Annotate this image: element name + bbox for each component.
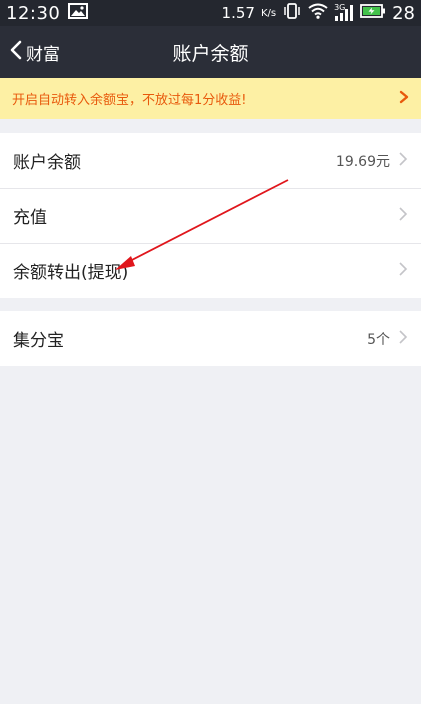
network-speed-unit: K/s: [260, 7, 277, 19]
image-icon: [68, 3, 89, 23]
row-label: 余额转出(提现): [13, 263, 129, 283]
vibrate-icon: [282, 3, 302, 23]
row-value: 5个: [367, 331, 390, 348]
chevron-right-icon: [398, 206, 408, 226]
back-label: 财富: [26, 44, 60, 65]
network-speed: 1.57: [221, 4, 255, 22]
chevron-right-icon: [399, 90, 409, 108]
chevron-left-icon: [10, 40, 22, 64]
auto-transfer-banner[interactable]: 开启自动转入余额宝，不放过每1分收益!: [0, 78, 421, 119]
wifi-icon: [308, 3, 328, 23]
row-recharge[interactable]: 充值: [0, 188, 421, 243]
row-label: 充值: [13, 208, 47, 228]
page-title: 账户余额: [172, 42, 249, 65]
banner-text: 开启自动转入余额宝，不放过每1分收益!: [12, 93, 247, 108]
status-right: 1.57 K/s 3G 28: [222, 3, 415, 24]
row-withdraw[interactable]: 余额转出(提现): [0, 243, 421, 298]
points-group: 集分宝 5个: [0, 311, 421, 366]
row-value: 19.69元: [335, 153, 390, 170]
row-right: [398, 206, 408, 226]
battery-level: 28: [392, 2, 415, 24]
chevron-right-icon: [398, 261, 408, 281]
chevron-right-icon: [398, 329, 408, 349]
row-right: [398, 261, 408, 281]
status-left: 12:30: [6, 2, 89, 24]
row-label: 集分宝: [13, 331, 64, 351]
signal-icon: 3G: [334, 3, 354, 21]
back-button[interactable]: 财富: [10, 26, 60, 78]
battery-icon: [360, 3, 386, 23]
status-time: 12:30: [6, 2, 61, 24]
row-label: 账户余额: [13, 153, 81, 173]
network-type: 3G: [334, 3, 346, 12]
row-right: 19.69元: [336, 151, 408, 171]
chevron-right-icon: [398, 151, 408, 171]
row-account-balance[interactable]: 账户余额 19.69元: [0, 133, 421, 188]
row-right: 5个: [367, 329, 408, 349]
nav-bar: 财富 账户余额: [0, 26, 421, 78]
balance-group: 账户余额 19.69元 充值 余额转出(提现): [0, 133, 421, 298]
status-bar: 12:30 1.57 K/s 3G 28: [0, 0, 421, 26]
row-jifenbao[interactable]: 集分宝 5个: [0, 311, 421, 366]
